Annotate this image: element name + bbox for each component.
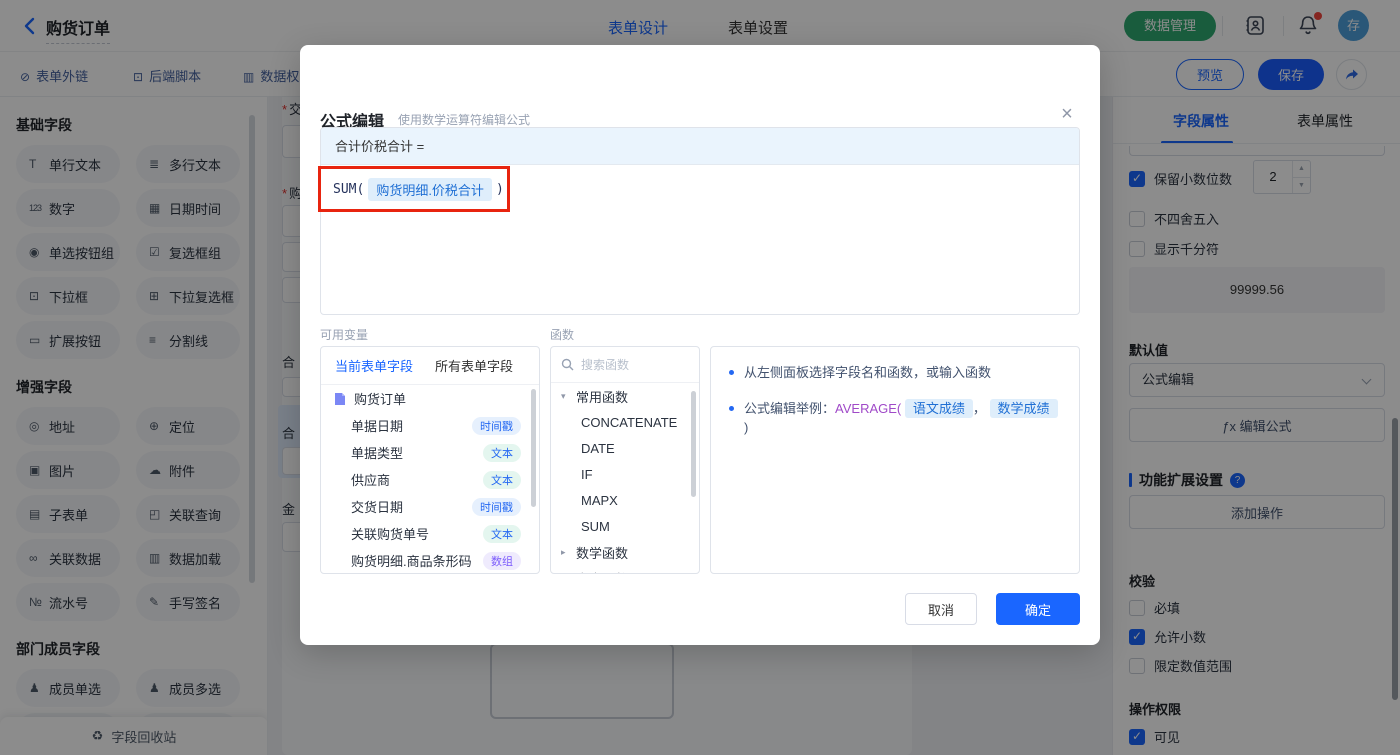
function-item[interactable]: MAPX: [551, 487, 699, 513]
function-item[interactable]: SUM: [551, 513, 699, 539]
tab-current-form-fields[interactable]: 当前表单字段: [335, 356, 413, 375]
formula-editor[interactable]: 合计价税合计 = SUM( 购货明细.价税合计 ): [320, 127, 1080, 315]
type-badge: 数组: [483, 551, 521, 570]
variables-root-node[interactable]: 购货订单: [321, 385, 539, 412]
variable-row[interactable]: 单据类型 文本: [321, 439, 539, 466]
example-function-name: AVERAGE(: [835, 400, 902, 416]
type-badge: 文本: [483, 524, 521, 543]
variable-row[interactable]: 单据日期 时间戳: [321, 412, 539, 439]
formula-edit-modal: 公式编辑 使用数学运算符编辑公式 × 合计价税合计 = SUM( 购货明细.价税…: [300, 45, 1100, 645]
modal-subtitle: 使用数学运算符编辑公式: [398, 113, 531, 127]
function-item[interactable]: DATE: [551, 435, 699, 461]
formula-expression[interactable]: SUM( 购货明细.价税合计 ): [321, 165, 1079, 214]
functions-panel: 搜索函数 ▾ 常用函数 CONCATENATE DATE IF MAPX SUM …: [550, 346, 700, 574]
type-badge: 时间戳: [472, 497, 521, 516]
search-icon: [561, 358, 574, 371]
type-badge: 时间戳: [472, 416, 521, 435]
type-badge: 文本: [483, 443, 521, 462]
variable-row[interactable]: 关联购货单号 文本: [321, 520, 539, 547]
functions-scrollbar[interactable]: [691, 391, 696, 497]
chevron-down-icon: ▾: [561, 390, 566, 401]
example-field-chip: 语文成绩: [904, 398, 973, 418]
function-group-common[interactable]: ▾ 常用函数: [551, 383, 699, 409]
help-panel: 从左侧面板选择字段名和函数，或输入函数 公式编辑举例：AVERAGE( 语文成绩…: [710, 346, 1080, 574]
search-placeholder: 搜索函数: [581, 358, 630, 372]
variables-panel: 当前表单字段 所有表单字段 购货订单 单据日期 时间戳 单据类型 文本 供应商 文本 …: [320, 346, 540, 574]
help-tip-1: 从左侧面板选择字段名和函数，或输入函数: [729, 363, 1061, 383]
type-badge: 文本: [483, 470, 521, 489]
formula-target: 合计价税合计 =: [321, 128, 1079, 165]
close-icon[interactable]: ×: [1056, 103, 1078, 125]
formula-function-close: ): [495, 182, 504, 197]
confirm-button[interactable]: 确定: [996, 593, 1080, 625]
function-group-text[interactable]: ▸文本函数: [551, 565, 699, 574]
variables-tabs: 当前表单字段 所有表单字段: [321, 347, 539, 385]
chevron-right-icon: ▸: [561, 573, 571, 574]
formula-function-open: SUM(: [333, 182, 365, 197]
functions-label: 函数: [550, 328, 575, 342]
help-tip-2: 公式编辑举例：AVERAGE( 语文成绩， 数学成绩 ): [729, 398, 1061, 438]
formula-field-chip[interactable]: 购货明细.价税合计: [368, 178, 492, 201]
variable-row[interactable]: 供应商 文本: [321, 466, 539, 493]
bullet-icon: [729, 370, 734, 375]
example-field-chip: 数学成绩: [989, 398, 1058, 418]
variables-scrollbar[interactable]: [531, 389, 536, 507]
bullet-icon: [729, 405, 734, 411]
variable-row[interactable]: 购货明细.商品条形码 数组: [321, 547, 539, 573]
tab-all-form-fields[interactable]: 所有表单字段: [435, 356, 513, 375]
chevron-right-icon: ▸: [561, 546, 566, 557]
function-item[interactable]: IF: [551, 461, 699, 487]
cancel-button[interactable]: 取消: [905, 593, 977, 625]
variable-row[interactable]: 交货日期 时间戳: [321, 493, 539, 520]
form-doc-icon: [333, 392, 347, 406]
variables-label: 可用变量: [320, 328, 369, 342]
function-item[interactable]: CONCATENATE: [551, 409, 699, 435]
function-group-math[interactable]: ▸ 数学函数: [551, 539, 699, 565]
function-search[interactable]: 搜索函数: [551, 347, 699, 383]
